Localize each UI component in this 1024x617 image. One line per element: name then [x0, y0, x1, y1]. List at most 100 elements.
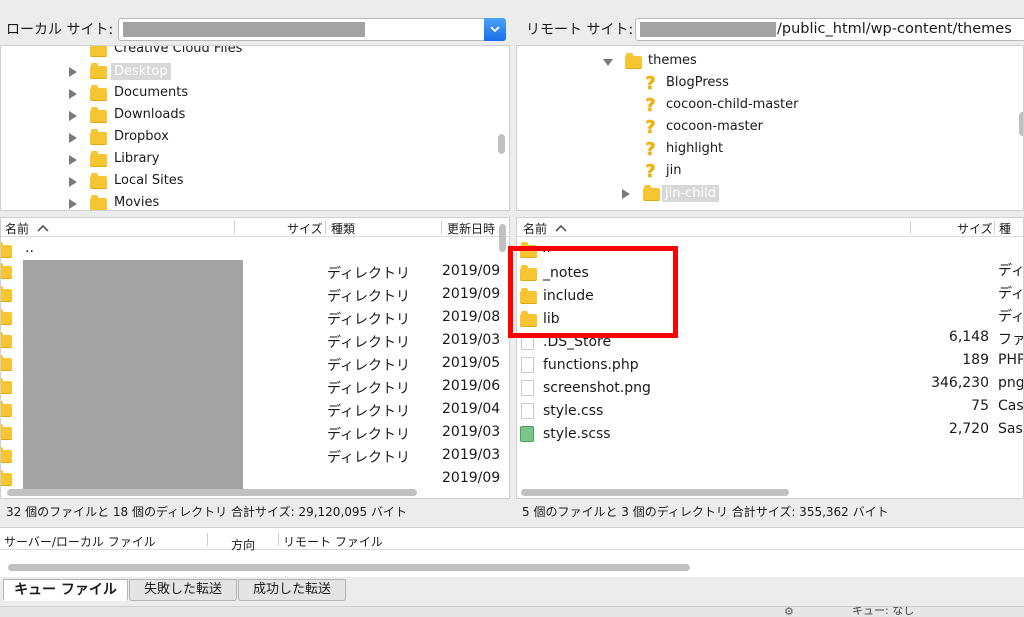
folder-icon — [1, 242, 12, 258]
remote-list-hscrollbar[interactable] — [521, 489, 789, 496]
disclosure-triangle-right-icon[interactable] — [68, 89, 78, 99]
row-type: ディレクトリ — [327, 427, 411, 443]
remote-list-header: 名前 サイズ 種 — [517, 218, 1023, 237]
remote-tree-item[interactable]: ? highlight — [517, 139, 1007, 161]
row-name: functions.php — [543, 357, 639, 373]
local-tree-item[interactable]: Library — [1, 149, 491, 171]
local-col-size[interactable]: サイズ — [287, 220, 323, 237]
local-tree-item[interactable]: Local Sites — [1, 171, 491, 193]
remote-tree-item[interactable]: ? jin — [517, 161, 1007, 183]
table-row[interactable]: style.css 75 Cas — [517, 398, 1024, 423]
folder-icon — [90, 85, 107, 101]
remote-tree-item[interactable]: ? BlogPress — [517, 73, 1007, 95]
local-status-bar: 32 個のファイルと 18 個のディレクトリ 合計サイズ: 29,120,095… — [6, 505, 407, 519]
remote-tree-item-label: cocoon-master — [666, 119, 763, 134]
file-icon — [521, 403, 534, 419]
sass-file-icon — [520, 426, 534, 442]
remote-col-size[interactable]: サイズ — [957, 220, 993, 237]
row-type: ディレクトリ — [327, 266, 411, 282]
folder-icon — [1, 401, 12, 417]
tab-queue[interactable]: キュー ファイル — [3, 579, 128, 601]
disclosure-triangle-right-icon[interactable] — [68, 155, 78, 165]
remote-tree-scrollbar[interactable] — [1019, 112, 1023, 136]
row-modified: 2019/03 — [442, 332, 501, 348]
disclosure-triangle-right-icon[interactable] — [621, 189, 631, 199]
queue-col-server-local[interactable]: サーバー/ローカル ファイル — [4, 533, 156, 550]
tab-failed[interactable]: 失敗した転送 — [129, 579, 237, 601]
local-tree-item-label: Movies — [114, 195, 160, 210]
disclosure-triangle-right-icon[interactable] — [68, 111, 78, 121]
table-row[interactable]: functions.php 189 PHP — [517, 352, 1023, 377]
row-type: ディレクトリ — [327, 358, 411, 374]
row-modified: 2019/05 — [442, 355, 501, 371]
queue-hscrollbar[interactable] — [8, 564, 690, 571]
local-file-list[interactable]: 名前 サイズ 種類 更新日時 .. ディレクトリ 2019/09 ディレクトリ 2019… — [0, 217, 510, 499]
local-list-header: 名前 サイズ 種類 更新日時 — [1, 218, 509, 237]
local-col-name[interactable]: 名前 — [5, 220, 29, 237]
remote-col-name[interactable]: 名前 — [523, 220, 547, 237]
row-type: Cas — [998, 398, 1024, 414]
tab-successful[interactable]: 成功した転送 — [238, 579, 346, 601]
remote-tree-item[interactable]: jin-child — [517, 183, 1007, 205]
row-type: ディ — [998, 263, 1024, 279]
local-tree-item-label: Dropbox — [114, 129, 169, 144]
disclosure-triangle-right-icon[interactable] — [68, 177, 78, 187]
table-row[interactable]: screenshot.png 346,230 png — [517, 375, 1023, 400]
remote-tree-item[interactable]: themes — [517, 51, 1007, 73]
folder-icon — [90, 173, 107, 189]
row-modified: 2019/08 — [442, 309, 501, 325]
local-tree-scrollbar[interactable] — [498, 134, 505, 154]
unknown-folder-icon: ? — [645, 117, 656, 138]
local-tree-item[interactable]: Downloads — [1, 105, 491, 127]
local-tree-item-label: Downloads — [114, 107, 186, 122]
queue-col-direction[interactable]: 方向 — [231, 536, 255, 553]
local-directory-tree[interactable]: Creative Cloud Files Desktop Documents Down… — [0, 45, 510, 211]
local-col-type[interactable]: 種類 — [331, 220, 355, 237]
remote-col-type[interactable]: 種 — [999, 220, 1011, 237]
folder-icon — [1, 470, 12, 486]
local-list-scrollbar[interactable] — [499, 224, 506, 252]
remote-tree-item-label: jin — [666, 163, 682, 178]
row-size: 75 — [971, 398, 989, 414]
row-modified: 2019/09 — [442, 286, 501, 302]
queue-col-remote[interactable]: リモート ファイル — [283, 533, 383, 550]
local-col-modified[interactable]: 更新日時 — [447, 220, 495, 237]
row-modified: 2019/09 — [442, 263, 501, 279]
local-tree-item[interactable]: Dropbox — [1, 127, 491, 149]
sort-ascending-icon — [37, 224, 49, 232]
remote-tree-item-label: jin-child — [662, 185, 720, 202]
folder-icon — [90, 151, 107, 167]
disclosure-triangle-right-icon[interactable] — [68, 133, 78, 143]
local-list-hscrollbar[interactable] — [7, 489, 417, 496]
remote-path-redacted — [640, 22, 776, 37]
unknown-folder-icon: ? — [645, 139, 656, 160]
table-row[interactable]: style.scss 2,720 Sas — [517, 421, 1023, 446]
local-tree-item[interactable]: Documents — [1, 83, 491, 105]
folder-icon — [90, 107, 107, 123]
disclosure-triangle-right-icon[interactable] — [68, 199, 78, 209]
remote-directory-tree[interactable]: themes? BlogPress? cocoon-child-master? coc… — [516, 45, 1024, 211]
row-type: ディレクトリ — [327, 381, 411, 397]
bottom-status-strip: ⚙ キュー: なし — [0, 606, 1024, 617]
folder-icon — [1, 378, 12, 394]
remote-tree-item[interactable]: ? cocoon-child-master — [517, 95, 1007, 117]
row-size: 6,148 — [948, 329, 989, 345]
remote-path-combo[interactable]: /public_html/wp-content/themes — [635, 18, 1024, 41]
remote-site-label: リモート サイト: — [526, 22, 634, 38]
local-path-dropdown-button[interactable] — [484, 18, 506, 41]
local-tree-item-label: Documents — [114, 85, 189, 100]
disclosure-triangle-down-icon[interactable] — [603, 57, 613, 67]
local-tree-item[interactable]: Desktop — [1, 61, 491, 83]
local-tree-item[interactable]: Movies — [1, 193, 491, 210]
folder-icon — [90, 46, 107, 57]
transfer-queue[interactable]: サーバー/ローカル ファイル 方向 リモート ファイル — [0, 527, 1024, 577]
row-type: ディレクトリ — [327, 289, 411, 305]
local-path-combo[interactable] — [118, 18, 506, 41]
sort-ascending-icon — [555, 224, 567, 232]
disclosure-triangle-right-icon[interactable] — [68, 67, 78, 77]
local-tree-item[interactable]: Creative Cloud Files — [1, 46, 491, 61]
folder-icon — [625, 53, 642, 69]
row-type: ディ — [998, 309, 1024, 325]
row-size: 189 — [962, 352, 989, 368]
remote-tree-item[interactable]: ? cocoon-master — [517, 117, 1007, 139]
